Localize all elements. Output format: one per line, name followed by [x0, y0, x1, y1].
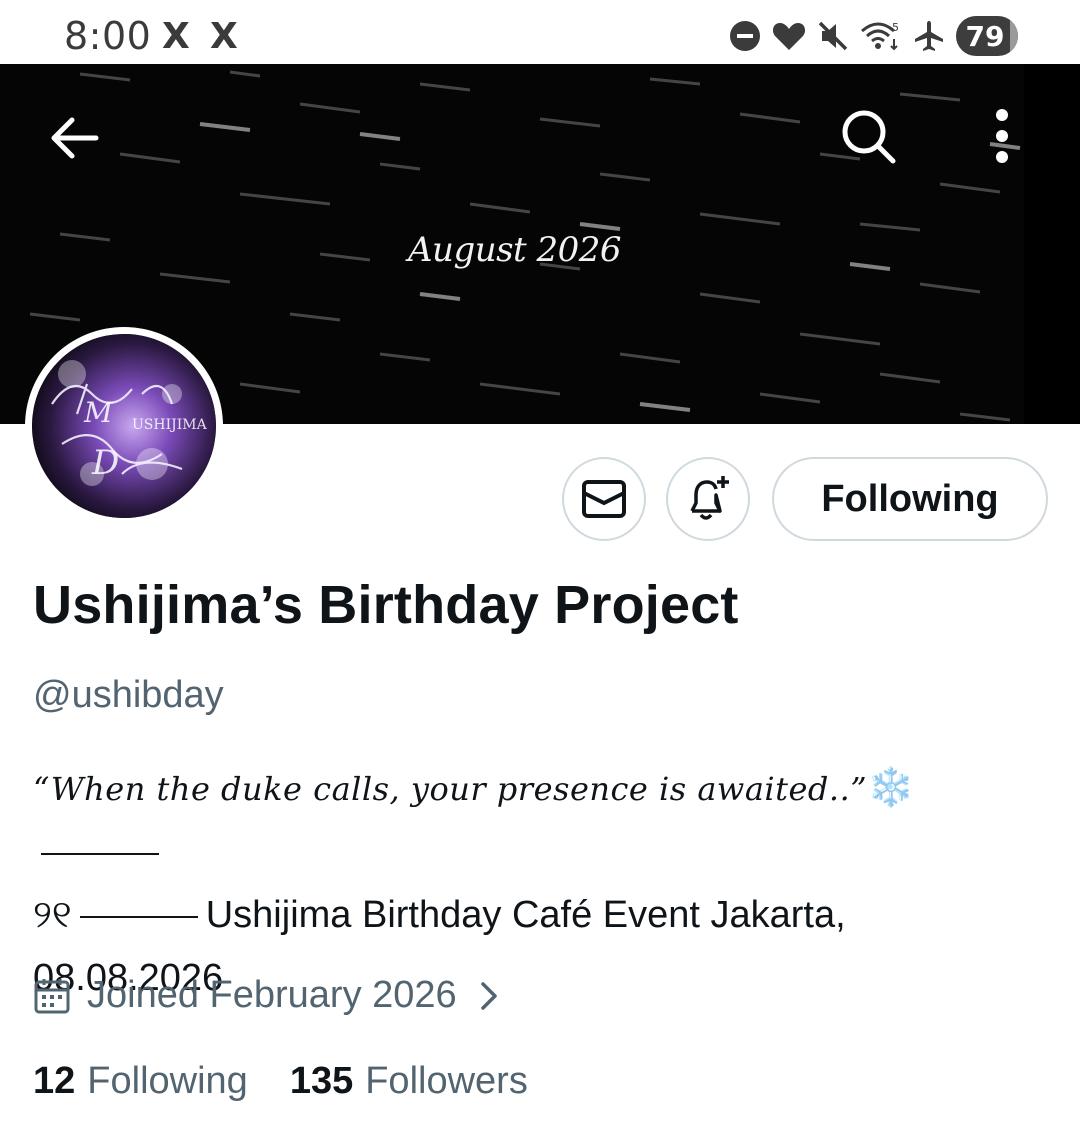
follow-stats: 12 Following 135 Followers	[33, 1060, 570, 1103]
chevron-right-icon	[480, 981, 497, 1010]
search-icon	[842, 110, 896, 164]
dnd-icon	[728, 19, 762, 53]
message-button[interactable]	[562, 457, 646, 541]
svg-text:M: M	[83, 396, 114, 429]
battery-indicator: 79	[956, 16, 1018, 56]
followers-label: Followers	[365, 1060, 528, 1102]
banner-title: August 2026	[408, 230, 622, 270]
following-count: 12	[33, 1060, 76, 1102]
bell-plus-icon	[690, 476, 729, 520]
joined-date[interactable]: Joined February 2026	[33, 974, 499, 1017]
bio-event: Ushijima Birthday Café Event Jakarta,	[205, 894, 846, 936]
svg-text:D: D	[91, 443, 119, 483]
back-arrow-icon	[51, 117, 99, 159]
avatar-image: M D USHIJIMA	[32, 334, 216, 518]
user-handle: @ushibday	[33, 674, 224, 716]
bio-symbol: ୨୧	[33, 894, 72, 936]
followers-count: 135	[289, 1060, 354, 1102]
heart-icon	[772, 19, 806, 53]
status-time: 8:00	[64, 14, 152, 58]
notify-button[interactable]	[666, 457, 750, 541]
status-icons: 5 79	[728, 14, 1018, 58]
following-button[interactable]: Following	[772, 457, 1048, 541]
x-app-icon: X	[210, 16, 238, 57]
profile-bio: “When the duke calls, your presence is a…	[33, 757, 1033, 1010]
following-label: Following	[87, 1060, 248, 1102]
status-bar: 8:00 X X 5 79	[0, 0, 1080, 64]
x-app-icon: X	[162, 16, 190, 57]
calendar-icon	[34, 978, 70, 1013]
bio-quote: “When the duke calls, your presence is a…	[33, 770, 868, 808]
airplane-icon	[912, 19, 946, 53]
mute-icon	[816, 19, 850, 53]
display-name: Ushijima’s Birthday Project	[33, 575, 739, 635]
back-button[interactable]	[38, 102, 110, 174]
profile-avatar[interactable]: M D USHIJIMA	[25, 327, 223, 525]
snowflake-emoji: ❄️	[867, 767, 915, 809]
more-vertical-icon	[996, 109, 1008, 163]
bio-divider	[41, 852, 159, 855]
wifi-icon: 5	[860, 19, 902, 53]
svg-text:5: 5	[892, 21, 899, 34]
following-count-link[interactable]: 12 Following	[33, 1060, 248, 1103]
svg-text:USHIJIMA: USHIJIMA	[132, 417, 208, 433]
bio-divider	[79, 915, 198, 918]
joined-label: Joined February 2026	[87, 974, 457, 1016]
search-button[interactable]	[832, 100, 904, 172]
more-button[interactable]	[966, 100, 1038, 172]
mail-icon	[582, 480, 626, 518]
followers-count-link[interactable]: 135 Followers	[290, 1060, 528, 1103]
